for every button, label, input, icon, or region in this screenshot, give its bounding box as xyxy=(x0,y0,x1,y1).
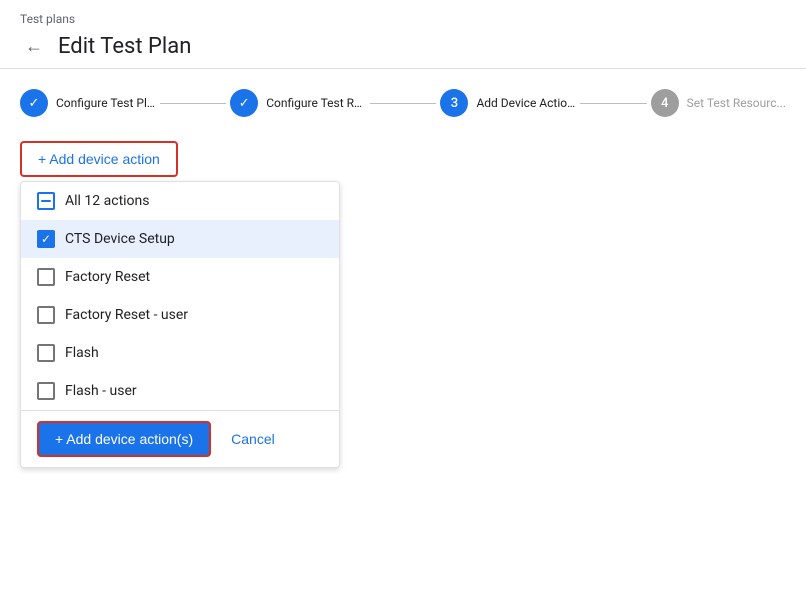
checkbox-factory-user xyxy=(37,306,55,324)
dropdown-list: All 12 actions ✓ CTS Device Setup Factor… xyxy=(21,182,339,410)
content-area: + Add device action All 12 actions ✓ xyxy=(0,133,806,488)
checkbox-cts: ✓ xyxy=(37,230,55,248)
checkbox-factory xyxy=(37,268,55,286)
checkbox-all xyxy=(37,192,55,210)
cancel-button[interactable]: Cancel xyxy=(219,423,287,455)
step-1-label: Configure Test Pl... xyxy=(56,96,156,110)
dropdown-panel: All 12 actions ✓ CTS Device Setup Factor… xyxy=(20,181,340,468)
checkbox-flash-user xyxy=(37,382,55,400)
check-icon-cts: ✓ xyxy=(41,233,51,245)
back-icon: ← xyxy=(25,36,43,57)
step-1-circle: ✓ xyxy=(20,89,48,117)
stepper: ✓ Configure Test Pl... ✓ Configure Test … xyxy=(0,69,806,133)
step-4-circle: 4 xyxy=(651,89,679,117)
item-label-flash: Flash xyxy=(65,345,99,361)
dropdown-scroll-container: All 12 actions ✓ CTS Device Setup Factor… xyxy=(21,182,339,410)
list-item-cts[interactable]: ✓ CTS Device Setup xyxy=(21,220,339,258)
step-1-icon: ✓ xyxy=(29,96,40,111)
list-item-factory-user[interactable]: Factory Reset - user xyxy=(21,296,339,334)
step-4-label: Set Test Resourc... xyxy=(687,96,786,110)
step-4-number: 4 xyxy=(661,96,668,111)
step-3-label: Add Device Actio... xyxy=(476,96,576,110)
step-connector-3 xyxy=(580,103,646,104)
step-1: ✓ Configure Test Pl... xyxy=(20,89,156,117)
step-2-icon: ✓ xyxy=(239,96,250,111)
breadcrumb: Test plans xyxy=(20,12,786,26)
step-3-number: 3 xyxy=(451,96,458,111)
list-item-all[interactable]: All 12 actions xyxy=(21,182,339,220)
step-3: 3 Add Device Actio... xyxy=(440,89,576,117)
step-4: 4 Set Test Resourc... xyxy=(651,89,786,117)
indeterminate-mark xyxy=(41,200,51,202)
back-button[interactable]: ← xyxy=(20,32,48,60)
checkbox-flash xyxy=(37,344,55,362)
step-3-circle: 3 xyxy=(440,89,468,117)
add-device-action-button[interactable]: + Add device action xyxy=(20,141,178,177)
item-label-factory-user: Factory Reset - user xyxy=(65,307,188,323)
item-label-cts: CTS Device Setup xyxy=(65,231,175,247)
list-item-factory[interactable]: Factory Reset xyxy=(21,258,339,296)
step-2-label: Configure Test Ru... xyxy=(266,96,366,110)
step-2-circle: ✓ xyxy=(230,89,258,117)
item-label-factory: Factory Reset xyxy=(65,269,150,285)
dropdown-footer: + Add device action(s) Cancel xyxy=(21,410,339,467)
list-item-flash-user[interactable]: Flash - user xyxy=(21,372,339,410)
step-2: ✓ Configure Test Ru... xyxy=(230,89,366,117)
list-item-flash[interactable]: Flash xyxy=(21,334,339,372)
step-connector-1 xyxy=(160,103,226,104)
page-title: Edit Test Plan xyxy=(58,34,191,59)
item-label-flash-user: Flash - user xyxy=(65,383,137,399)
step-connector-2 xyxy=(370,103,436,104)
add-actions-button[interactable]: + Add device action(s) xyxy=(37,421,211,457)
item-label-all: All 12 actions xyxy=(65,193,150,209)
